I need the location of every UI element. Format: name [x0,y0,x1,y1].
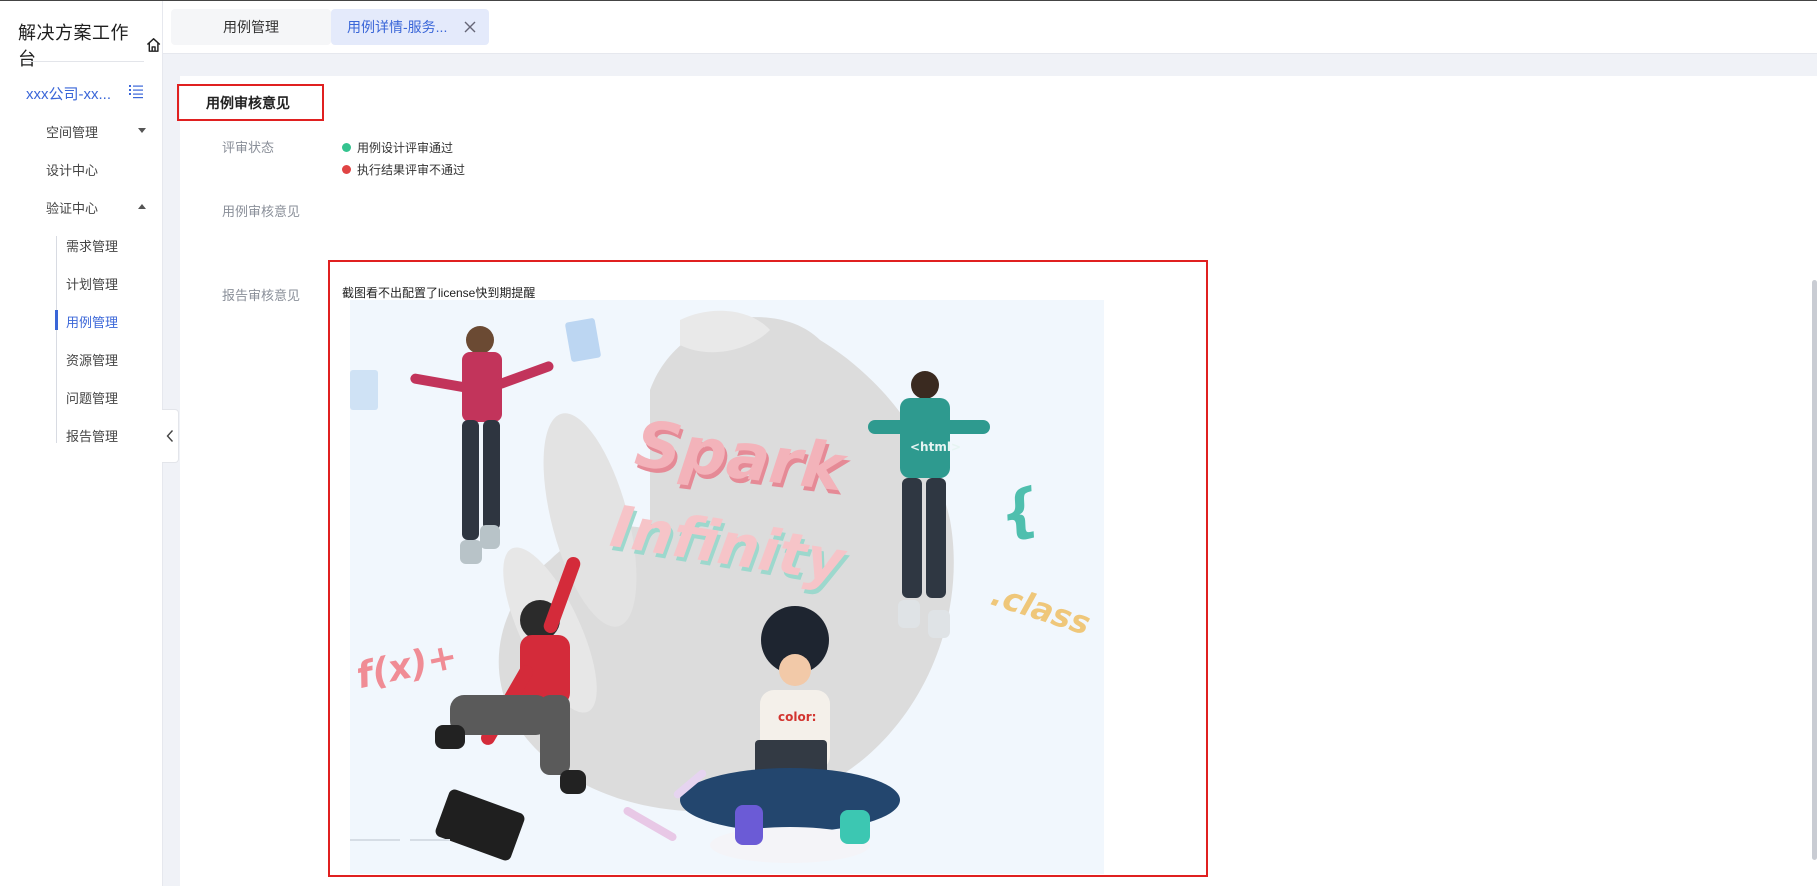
case-opinion-label: 用例审核意见 [222,204,301,219]
section-title: 用例审核意见 [177,84,324,121]
sidebar-item-issue[interactable]: 问题管理 [66,388,118,407]
sidebar-item-case[interactable]: 用例管理 [66,312,118,331]
review-status-label: 评审状态 [222,140,275,155]
art-text-color: color: [778,710,817,724]
chevron-left-icon [166,430,174,442]
tab-label: 用例详情-服务... [347,19,448,35]
tab-case-detail[interactable]: 用例详情-服务... [331,9,489,45]
report-screenshot-image[interactable]: Spark Infinity .class f(x)+ { <html> col… [350,300,1104,874]
sidebar-item-design-center[interactable]: 设计中心 [46,160,98,179]
submenu-line [56,236,57,443]
sidebar-item-resource[interactable]: 资源管理 [66,350,118,369]
sidebar-item-requirement[interactable]: 需求管理 [66,236,118,255]
tab-bar: 用例管理 用例详情-服务... [163,1,1817,54]
sidebar-item-verify-center[interactable]: 验证中心 [46,198,98,217]
home-icon[interactable] [145,36,162,54]
status-text: 执行结果评审不通过 [357,163,466,177]
caret-up-icon[interactable] [138,204,146,209]
status-item-fail: 执行结果评审不通过 [342,161,465,178]
caret-down-icon[interactable] [138,128,146,133]
workspace-title[interactable]: 解决方案工作台 [18,19,162,71]
status-item-pass: 用例设计评审通过 [342,139,453,156]
tab-case-management[interactable]: 用例管理 [171,9,331,45]
tab-label: 用例管理 [223,19,279,35]
sidebar-divider [24,61,144,62]
workspace-title-text: 解决方案工作台 [18,23,129,69]
art-text-html: <html> [910,440,962,454]
sidebar-collapse-button[interactable] [162,409,179,463]
close-icon[interactable] [463,20,477,34]
list-icon[interactable] [128,83,144,99]
sidebar-item-space-mgmt[interactable]: 空间管理 [46,122,98,141]
vertical-scrollbar[interactable] [1812,280,1817,860]
illustration-graphic [350,310,990,863]
sidebar-item-plan[interactable]: 计划管理 [66,274,118,293]
status-dot-red [342,165,351,174]
sidebar: 解决方案工作台 xxx公司-xx... 空间管理 设计中心 验证中心 需求管理 … [0,1,163,886]
sidebar-item-report[interactable]: 报告管理 [66,426,118,445]
status-text: 用例设计评审通过 [357,141,454,155]
report-opinion-label: 报告审核意见 [222,288,301,303]
status-dot-green [342,143,351,152]
project-selector[interactable]: xxx公司-xx... [26,83,111,104]
section-title-text: 用例审核意见 [206,94,290,111]
submenu-active-indicator [55,310,58,330]
report-opinion-text: 截图看不出配置了license快到期提醒 [342,286,536,300]
